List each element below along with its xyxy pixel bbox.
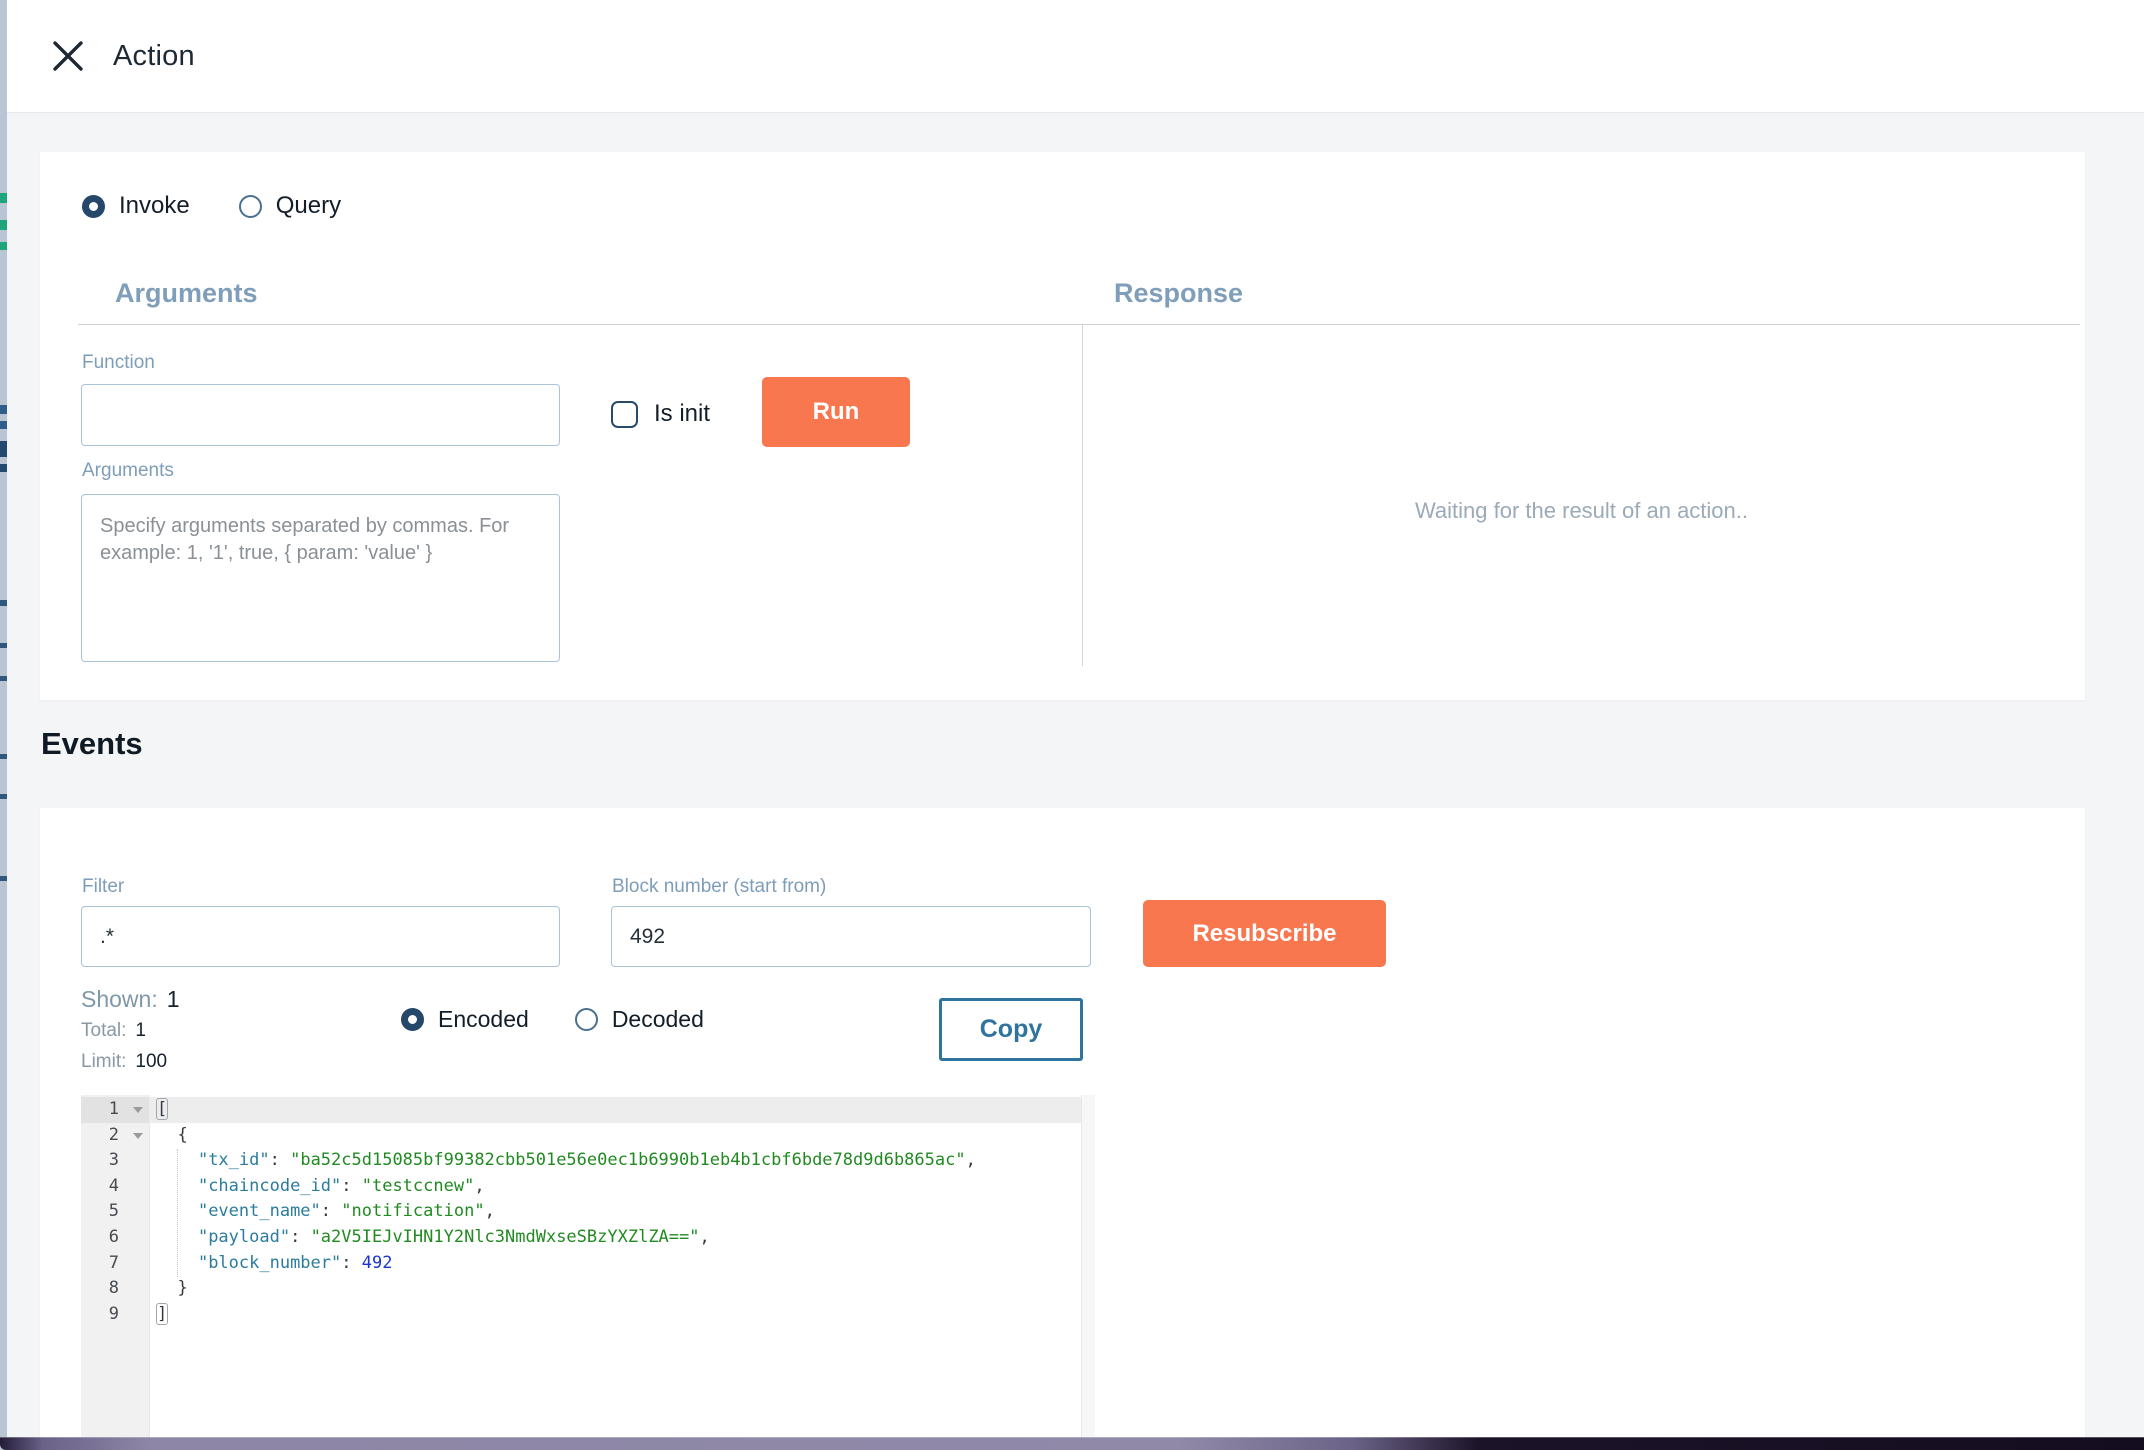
mode-radio-group: Invoke Query xyxy=(82,192,341,220)
radio-invoke[interactable]: Invoke xyxy=(82,192,190,220)
code-line: 2 { xyxy=(81,1123,1082,1149)
action-card: Invoke Query Arguments Response Function… xyxy=(40,152,2085,700)
code-line-content: ] xyxy=(155,1302,169,1325)
line-number: 8 xyxy=(108,1278,119,1299)
shown-value: 1 xyxy=(166,986,180,1012)
code-line: 7 "block_number": 492 xyxy=(81,1251,1082,1277)
panel-title: Action xyxy=(113,39,195,72)
block-number-label: Block number (start from) xyxy=(612,876,827,897)
filter-input[interactable] xyxy=(81,906,560,967)
events-json-editor[interactable]: 1[2 {3 "tx_id": "ba52c5d15085bf99382cbb5… xyxy=(81,1095,1095,1450)
events-section-title: Events xyxy=(41,726,143,761)
limit-label: Limit: xyxy=(81,1051,127,1072)
arguments-label: Arguments xyxy=(82,460,174,481)
response-section-title: Response xyxy=(1114,278,1244,308)
filter-label: Filter xyxy=(82,876,125,897)
indent-guide-line xyxy=(177,1149,178,1277)
copy-button[interactable]: Copy xyxy=(939,998,1083,1061)
line-number: 7 xyxy=(108,1252,119,1273)
line-number: 5 xyxy=(108,1201,119,1222)
function-input[interactable] xyxy=(81,384,560,446)
limit-value: 100 xyxy=(135,1051,168,1072)
block-number-input[interactable] xyxy=(611,906,1091,967)
radio-query-circle[interactable] xyxy=(238,194,262,218)
panes-divider xyxy=(1082,324,1083,666)
is-init-checkbox[interactable] xyxy=(611,400,638,428)
radio-invoke-circle[interactable] xyxy=(82,194,105,218)
radio-decoded[interactable]: Decoded xyxy=(574,1006,704,1033)
line-number: 1 xyxy=(81,1097,149,1123)
events-card: Filter Block number (start from) Resubsc… xyxy=(40,808,2085,1450)
code-line-content: "chaincode_id": "testccnew", xyxy=(197,1175,485,1196)
shown-label: Shown: xyxy=(81,986,158,1012)
total-stat: Total: 1 xyxy=(81,1020,146,1042)
code-line-content: "event_name": "notification", xyxy=(197,1201,495,1222)
code-line: 8 } xyxy=(81,1276,1082,1302)
fold-arrow-icon[interactable] xyxy=(133,1132,143,1139)
window-bottom-bar xyxy=(0,1437,2144,1450)
is-init-label: Is init xyxy=(654,400,711,427)
line-number: 6 xyxy=(108,1226,119,1247)
page-edge-strip xyxy=(0,0,7,1450)
x-close-icon xyxy=(53,41,83,71)
editor-scrollbar[interactable] xyxy=(1081,1095,1095,1450)
limit-stat: Limit: 100 xyxy=(81,1051,167,1073)
radio-query[interactable]: Query xyxy=(238,192,342,220)
radio-query-label: Query xyxy=(275,192,342,219)
editor-code-area[interactable]: 1[2 {3 "tx_id": "ba52c5d15085bf99382cbb5… xyxy=(81,1097,1082,1327)
code-line-content: } xyxy=(157,1278,188,1299)
radio-invoke-label: Invoke xyxy=(119,192,190,219)
line-number: 2 xyxy=(81,1123,149,1149)
radio-encoded[interactable]: Encoded xyxy=(401,1006,529,1033)
code-line: 9] xyxy=(81,1302,1082,1328)
code-line-content: "payload": "a2V5IEJvIHN1Y2Nlc3NmdWxseSBz… xyxy=(197,1226,710,1247)
code-line: 6 "payload": "a2V5IEJvIHN1Y2Nlc3NmdWxseS… xyxy=(81,1225,1082,1251)
close-button[interactable] xyxy=(44,32,92,80)
code-line: 3 "tx_id": "ba52c5d15085bf99382cbb501e56… xyxy=(81,1148,1082,1174)
fold-arrow-icon[interactable] xyxy=(133,1107,143,1113)
encoding-radio-group: Encoded Decoded xyxy=(401,1006,704,1033)
code-line: 1[ xyxy=(81,1097,1082,1123)
code-line: 5 "event_name": "notification", xyxy=(81,1199,1082,1225)
arguments-section-title: Arguments xyxy=(115,278,258,308)
response-waiting-text: Waiting for the result of an action.. xyxy=(1414,498,1749,523)
code-line-content: "tx_id": "ba52c5d15085bf99382cbb501e56e0… xyxy=(197,1150,976,1171)
radio-decoded-circle[interactable] xyxy=(574,1008,598,1031)
run-button[interactable]: Run xyxy=(762,377,910,447)
function-label: Function xyxy=(82,352,155,373)
total-value: 1 xyxy=(135,1020,146,1041)
line-number: 3 xyxy=(108,1150,119,1171)
total-label: Total: xyxy=(81,1020,127,1041)
panel-header: Action xyxy=(7,0,2144,113)
code-line-content: "block_number": 492 xyxy=(197,1252,393,1273)
radio-encoded-label: Encoded xyxy=(438,1006,529,1032)
line-number: 9 xyxy=(108,1303,119,1324)
arguments-textarea[interactable] xyxy=(81,494,560,662)
radio-decoded-label: Decoded xyxy=(611,1006,704,1032)
code-line: 4 "chaincode_id": "testccnew", xyxy=(81,1174,1082,1200)
code-line-content: [ xyxy=(155,1098,169,1120)
shown-stat: Shown: 1 xyxy=(81,986,180,1013)
line-number: 4 xyxy=(108,1175,119,1196)
is-init-control[interactable]: Is init xyxy=(611,400,710,428)
resubscribe-button[interactable]: Resubscribe xyxy=(1143,900,1386,967)
section-divider xyxy=(78,324,2080,325)
code-line-content: { xyxy=(157,1124,188,1145)
radio-encoded-circle[interactable] xyxy=(401,1008,424,1031)
